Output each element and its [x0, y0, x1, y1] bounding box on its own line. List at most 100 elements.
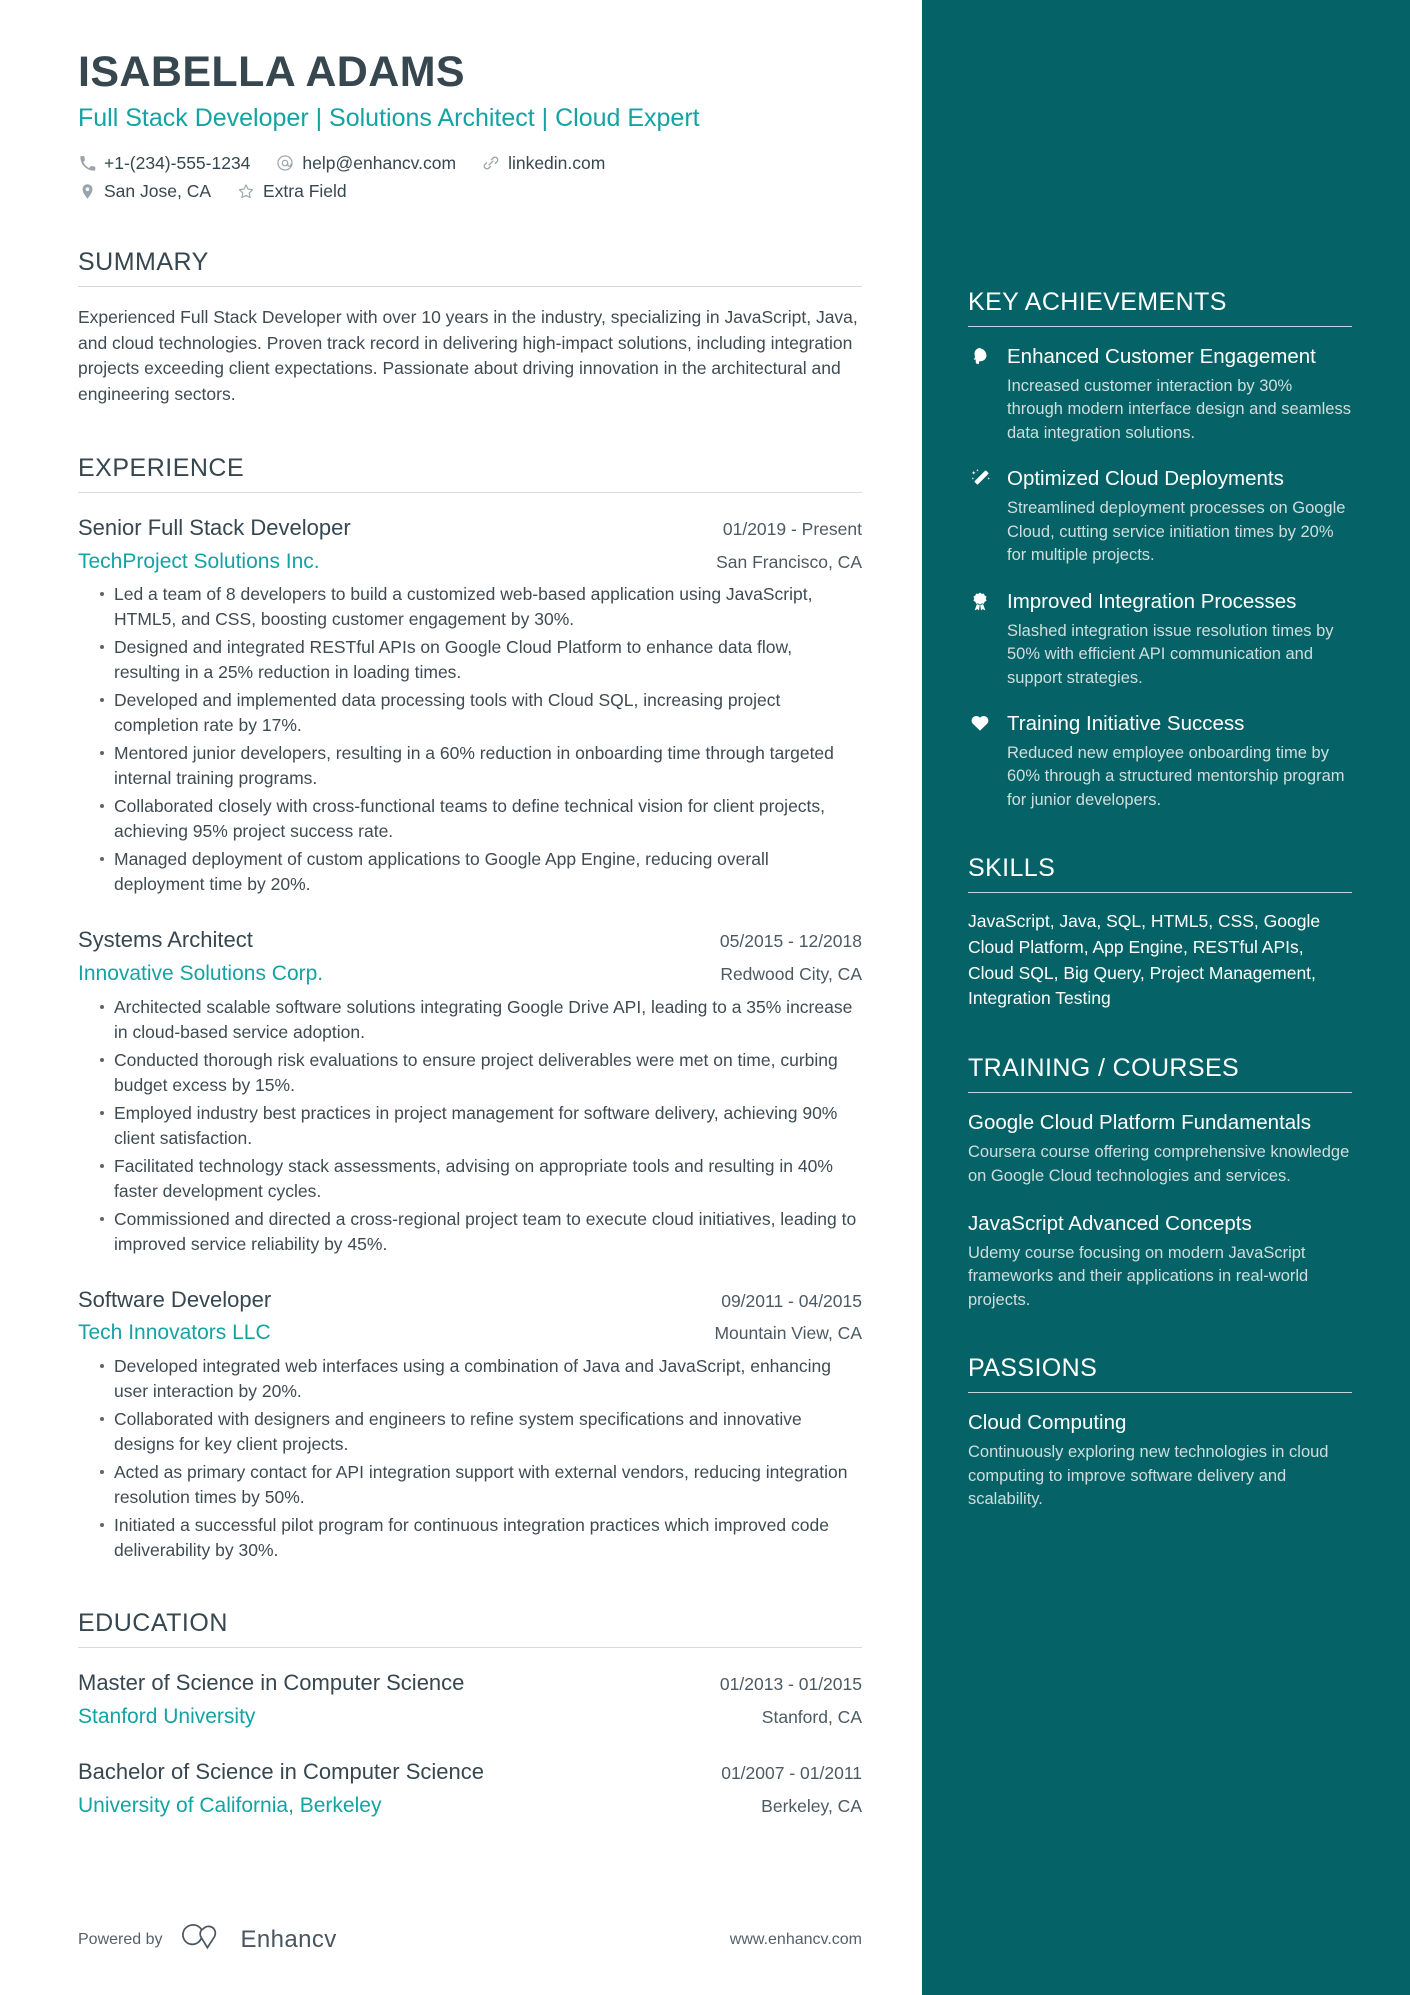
divider — [968, 892, 1352, 894]
achievement-title: Optimized Cloud Deployments — [1007, 467, 1284, 491]
sidebar-title-achievements: KEY ACHIEVEMENTS — [968, 288, 1227, 316]
achievement-title: Improved Integration Processes — [1007, 589, 1297, 613]
course-item: Google Cloud Platform Fundamentals Cours… — [968, 1109, 1352, 1188]
contact-extra-field-text: Extra Field — [263, 180, 347, 201]
sidebar-section-passions: PASSIONS Cloud Computing Continuously ex… — [968, 1354, 1352, 1511]
divider — [968, 1092, 1352, 1094]
award-ribbon-icon — [968, 588, 992, 690]
course-description: Coursera course offering comprehensive k… — [968, 1143, 1350, 1185]
summary-text: Experienced Full Stack Developer with ov… — [78, 306, 858, 405]
course-description: Udemy course focusing on modern JavaScri… — [968, 1244, 1309, 1309]
bullet-item: Facilitated technology stack assessments… — [100, 1154, 862, 1204]
achievement-item: Training Initiative Success Reduced new … — [968, 710, 1352, 812]
bullet-item: Architected scalable software solutions … — [100, 995, 862, 1045]
job-dates: 05/2015 - 12/2018 — [719, 931, 862, 952]
bullet-item: Managed deployment of custom application… — [100, 847, 862, 897]
main-column: ISABELLA ADAMS Full Stack Developer | So… — [0, 0, 922, 1995]
education-location: Berkeley, CA — [761, 1795, 862, 1816]
job-company: TechProject Solutions Inc. — [78, 549, 320, 573]
education-school: University of California, Berkeley — [78, 1793, 382, 1817]
course-item: JavaScript Advanced Concepts Udemy cours… — [968, 1210, 1352, 1312]
divider — [968, 1392, 1352, 1394]
job-title: Senior Full Stack Developer — [78, 515, 351, 541]
location-icon — [78, 182, 96, 200]
achievement-title: Enhanced Customer Engagement — [1007, 345, 1316, 368]
brand-block: Powered by Enhancv — [78, 1922, 337, 1957]
brand-name: Enhancv — [240, 1925, 337, 1953]
magic-wand-icon — [968, 465, 992, 567]
bullet-item: Conducted thorough risk evaluations to e… — [100, 1048, 862, 1098]
education-dates: 01/2007 - 01/2011 — [721, 1763, 862, 1783]
bullet-item: Collaborated with designers and engineer… — [100, 1407, 862, 1457]
contact-linkedin: linkedin.com — [482, 153, 605, 174]
professional-headline: Full Stack Developer | Solutions Archite… — [78, 104, 700, 133]
job-dates: 09/2011 - 04/2015 — [721, 1290, 862, 1311]
sidebar: KEY ACHIEVEMENTS Enhanced Customer Engag… — [922, 0, 1410, 1995]
achievement-description: Increased customer interaction by 30% th… — [1007, 377, 1351, 442]
education-entry: Bachelor of Science in Computer Science … — [78, 1757, 862, 1820]
page-title: ISABELLA ADAMS — [78, 48, 466, 96]
experience-entry: Software Developer 09/2011 - 04/2015 Tec… — [78, 1285, 862, 1563]
contact-phone: +1-(234)-555-1234 — [78, 153, 250, 174]
divider — [78, 285, 862, 287]
phone-icon — [78, 154, 96, 172]
education-dates: 01/2013 - 01/2015 — [719, 1673, 862, 1694]
education-degree: Bachelor of Science in Computer Science — [78, 1759, 484, 1784]
job-bullets: Architected scalable software solutions … — [78, 995, 862, 1257]
email-icon — [276, 154, 294, 172]
section-title-summary: SUMMARY — [78, 247, 209, 276]
achievement-item: Improved Integration Processes Slashed i… — [968, 588, 1352, 690]
contact-row-1: +1-(234)-555-1234 help@enhancv.com linke… — [78, 153, 862, 174]
star-icon — [237, 182, 255, 200]
section-title-experience: EXPERIENCE — [78, 454, 245, 483]
enhancv-logo-icon — [179, 1922, 225, 1957]
achievement-item: Enhanced Customer Engagement Increased c… — [968, 343, 1352, 445]
bullet-item: Mentored junior developers, resulting in… — [100, 741, 862, 791]
education-entry: Master of Science in Computer Science 01… — [78, 1668, 862, 1731]
sidebar-title-skills: SKILLS — [968, 854, 1056, 883]
contact-location: San Jose, CA — [78, 181, 211, 202]
contact-location-text: San Jose, CA — [104, 180, 211, 201]
achievement-description: Streamlined deployment processes on Goog… — [1007, 499, 1346, 565]
job-title: Software Developer — [78, 1286, 272, 1312]
bullet-item: Led a team of 8 developers to build a cu… — [100, 582, 862, 632]
contact-block: +1-(234)-555-1234 help@enhancv.com linke… — [78, 153, 862, 202]
achievement-item: Optimized Cloud Deployments Streamlined … — [968, 465, 1352, 567]
head-profile-icon — [968, 343, 992, 445]
achievement-description: Slashed integration issue resolution tim… — [1007, 621, 1334, 687]
job-location: Redwood City, CA — [720, 964, 862, 985]
contact-email-text: help@enhancv.com — [302, 152, 457, 173]
job-bullets: Led a team of 8 developers to build a cu… — [78, 582, 862, 897]
sidebar-section-skills: SKILLS JavaScript, Java, SQL, HTML5, CSS… — [968, 854, 1352, 1012]
experience-entry: Senior Full Stack Developer 01/2019 - Pr… — [78, 513, 862, 897]
bullet-item: Collaborated closely with cross-function… — [100, 794, 862, 844]
bullet-item: Designed and integrated RESTful APIs on … — [100, 635, 862, 685]
achievement-title: Training Initiative Success — [1007, 711, 1245, 735]
course-title: JavaScript Advanced Concepts — [968, 1212, 1252, 1236]
passion-item: Cloud Computing Continuously exploring n… — [968, 1409, 1352, 1511]
achievement-description: Reduced new employee onboarding time by … — [1007, 743, 1345, 809]
bullet-item: Acted as primary contact for API integra… — [100, 1460, 862, 1510]
sidebar-section-training: TRAINING / COURSES Google Cloud Platform… — [968, 1054, 1352, 1312]
bullet-item: Commissioned and directed a cross-region… — [100, 1207, 862, 1257]
bullet-item: Developed and implemented data processin… — [100, 688, 862, 738]
divider — [968, 326, 1352, 327]
job-bullets: Developed integrated web interfaces usin… — [78, 1354, 862, 1563]
job-company: Innovative Solutions Corp. — [78, 962, 324, 986]
course-title: Google Cloud Platform Fundamentals — [968, 1111, 1311, 1135]
passion-title: Cloud Computing — [968, 1411, 1127, 1435]
job-location: San Francisco, CA — [716, 551, 862, 572]
education-school: Stanford University — [78, 1704, 256, 1728]
passion-description: Continuously exploring new technologies … — [968, 1443, 1329, 1509]
bullet-item: Initiated a successful pilot program for… — [100, 1513, 862, 1563]
job-title: Systems Architect — [78, 927, 253, 953]
powered-by-label: Powered by — [78, 1930, 163, 1948]
website-url: www.enhancv.com — [729, 1930, 862, 1948]
job-location: Mountain View, CA — [714, 1323, 862, 1344]
contact-row-2: San Jose, CA Extra Field — [78, 181, 862, 202]
footer: Powered by Enhancv www.enhancv.com — [78, 1922, 862, 1957]
heart-icon — [968, 710, 992, 812]
link-icon — [482, 154, 500, 172]
sidebar-section-achievements: KEY ACHIEVEMENTS Enhanced Customer Engag… — [968, 288, 1352, 812]
contact-extra-field: Extra Field — [237, 181, 347, 202]
